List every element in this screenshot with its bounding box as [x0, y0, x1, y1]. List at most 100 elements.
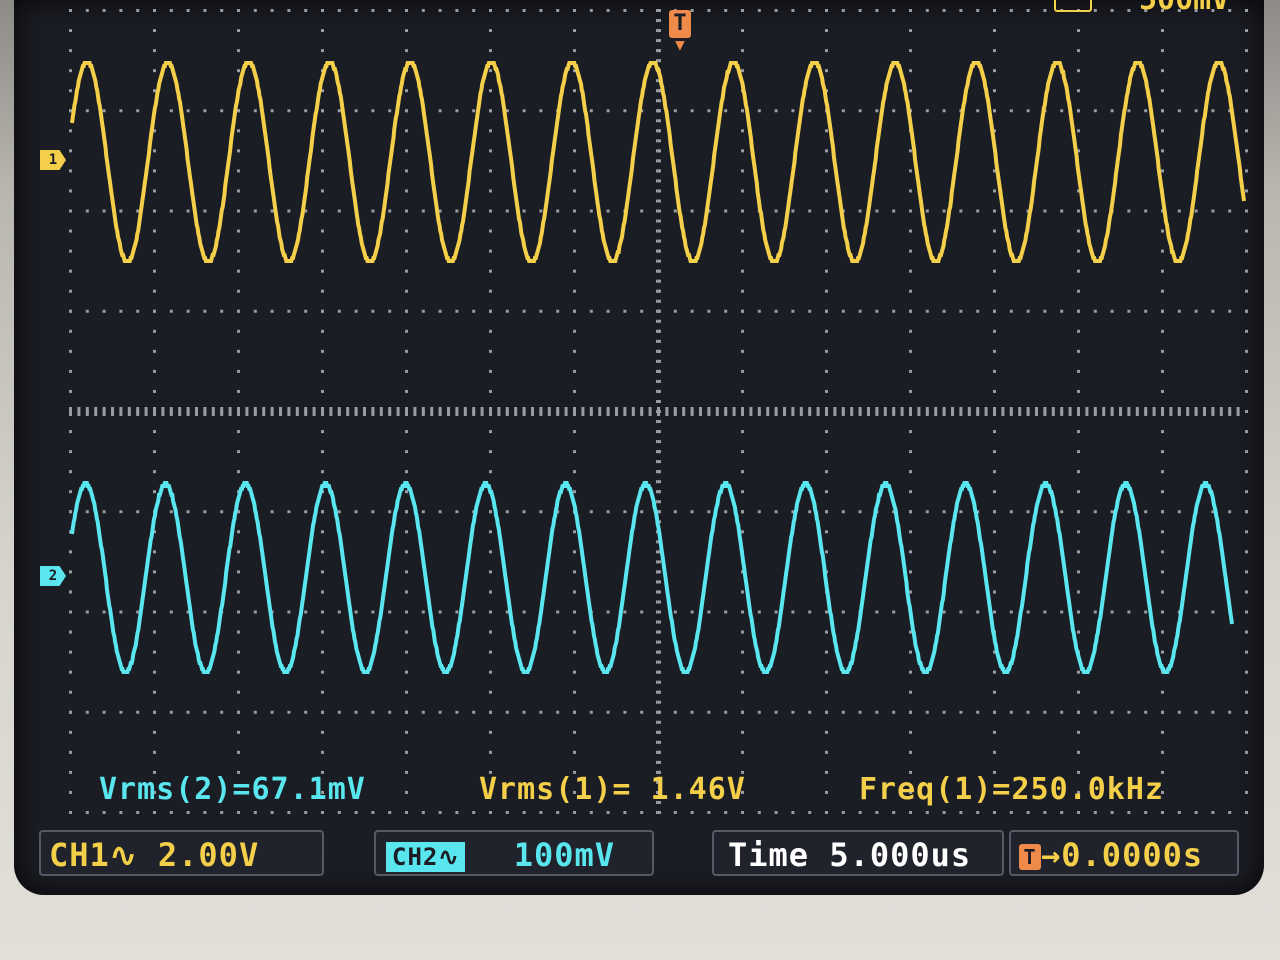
- grid-dot: [321, 369, 324, 373]
- grid-dot: [909, 389, 912, 393]
- center-tick: [656, 119, 661, 123]
- grid-dot: [1077, 570, 1080, 574]
- grid-dot: [573, 530, 576, 534]
- grid-dot: [85, 510, 89, 514]
- ch1-scale-box[interactable]: CH1∿ 2.00V: [39, 830, 324, 876]
- grid-dot: [136, 9, 140, 12]
- grid-dot: [1161, 430, 1164, 434]
- grid-dot: [1009, 9, 1013, 12]
- center-tick: [337, 407, 341, 416]
- grid-dot: [573, 670, 576, 674]
- grid-dot: [993, 530, 996, 534]
- grid-dot: [438, 710, 442, 714]
- grid-dot: [1228, 510, 1232, 514]
- grid-dot: [1077, 89, 1080, 93]
- grid-dot: [808, 109, 812, 113]
- grid-dot: [69, 309, 72, 313]
- grid-dot: [102, 309, 106, 313]
- grid-dot: [539, 309, 543, 313]
- grid-dot: [741, 229, 744, 233]
- grid-dot: [1093, 109, 1097, 113]
- top-partial-readout: 500mV: [1139, 0, 1229, 17]
- grid-dot: [489, 269, 492, 273]
- grid-dot: [136, 109, 140, 113]
- center-tick: [581, 407, 585, 416]
- grid-dot: [186, 510, 190, 514]
- grid-dot: [841, 9, 845, 12]
- grid-dot: [623, 109, 627, 113]
- grid-dot: [1043, 710, 1047, 714]
- trigger-icon: T: [669, 10, 691, 38]
- grid-dot: [405, 811, 408, 814]
- grid-dot: [573, 269, 576, 273]
- grid-dot: [875, 710, 879, 714]
- grid-dot: [757, 309, 761, 313]
- center-tick: [656, 720, 661, 724]
- grid-dot: [573, 309, 576, 313]
- grid-dot: [405, 89, 408, 93]
- grid-dot: [1245, 730, 1248, 734]
- grid-dot: [1110, 510, 1114, 514]
- grid-dot: [909, 650, 912, 654]
- grid-dot: [707, 610, 711, 614]
- grid-dot: [1077, 530, 1080, 534]
- grid-dot: [489, 189, 492, 193]
- center-tick: [656, 249, 661, 253]
- grid-dot: [993, 470, 996, 474]
- grid-dot: [1009, 309, 1013, 313]
- grid-dot: [321, 9, 324, 12]
- ch2-scale-box[interactable]: CH2∿ 100mV: [374, 830, 654, 876]
- grid-dot: [976, 109, 980, 113]
- grid-dot: [337, 9, 341, 12]
- grid-dot: [1245, 650, 1248, 654]
- grid-dot: [808, 610, 812, 614]
- grid-dot: [1144, 209, 1148, 213]
- grid-dot: [741, 710, 744, 714]
- trigger-position-marker[interactable]: T ▼: [666, 10, 694, 68]
- grid-dot: [909, 189, 912, 193]
- grid-dot: [589, 209, 593, 213]
- grid-dot: [976, 309, 980, 313]
- grid-dot: [253, 610, 257, 614]
- trigger-offset-box[interactable]: T →0.0000s: [1009, 830, 1239, 876]
- grid-dot: [489, 670, 492, 674]
- grid-dot: [153, 349, 156, 353]
- grid-dot: [455, 811, 459, 814]
- grid-dot: [237, 430, 240, 434]
- grid-dot: [1144, 710, 1148, 714]
- grid-dot: [976, 610, 980, 614]
- center-tick: [438, 407, 442, 416]
- grid-dot: [1077, 289, 1080, 293]
- grid-dot: [522, 209, 526, 213]
- grid-dot: [69, 49, 72, 53]
- center-tick: [656, 389, 661, 393]
- grid-dot: [405, 510, 408, 514]
- grid-dot: [1127, 610, 1131, 614]
- center-tick: [850, 407, 854, 416]
- grid-dot: [1245, 349, 1248, 353]
- center-tick: [329, 407, 333, 416]
- grid-dot: [841, 710, 845, 714]
- grid-dot: [321, 349, 324, 353]
- grid-dot: [220, 811, 224, 814]
- grid-dot: [1077, 590, 1080, 594]
- grid-dot: [237, 750, 240, 754]
- center-tick: [1236, 407, 1240, 416]
- grid-dot: [1043, 9, 1047, 12]
- grid-dot: [909, 69, 912, 73]
- grid-dot: [1211, 109, 1215, 113]
- grid-dot: [1161, 369, 1164, 373]
- grid-dot: [489, 710, 492, 714]
- grid-dot: [304, 9, 308, 12]
- grid-dot: [707, 309, 711, 313]
- grid-dot: [993, 29, 996, 33]
- grid-dot: [942, 610, 946, 614]
- grid-dot: [253, 710, 257, 714]
- grid-dot: [371, 309, 375, 313]
- grid-dot: [858, 9, 862, 12]
- grid-dot: [573, 369, 576, 373]
- timebase-box[interactable]: Time 5.000us: [712, 830, 1004, 876]
- grid-dot: [237, 169, 240, 173]
- grid-dot: [1161, 349, 1164, 353]
- grid-dot: [841, 811, 845, 814]
